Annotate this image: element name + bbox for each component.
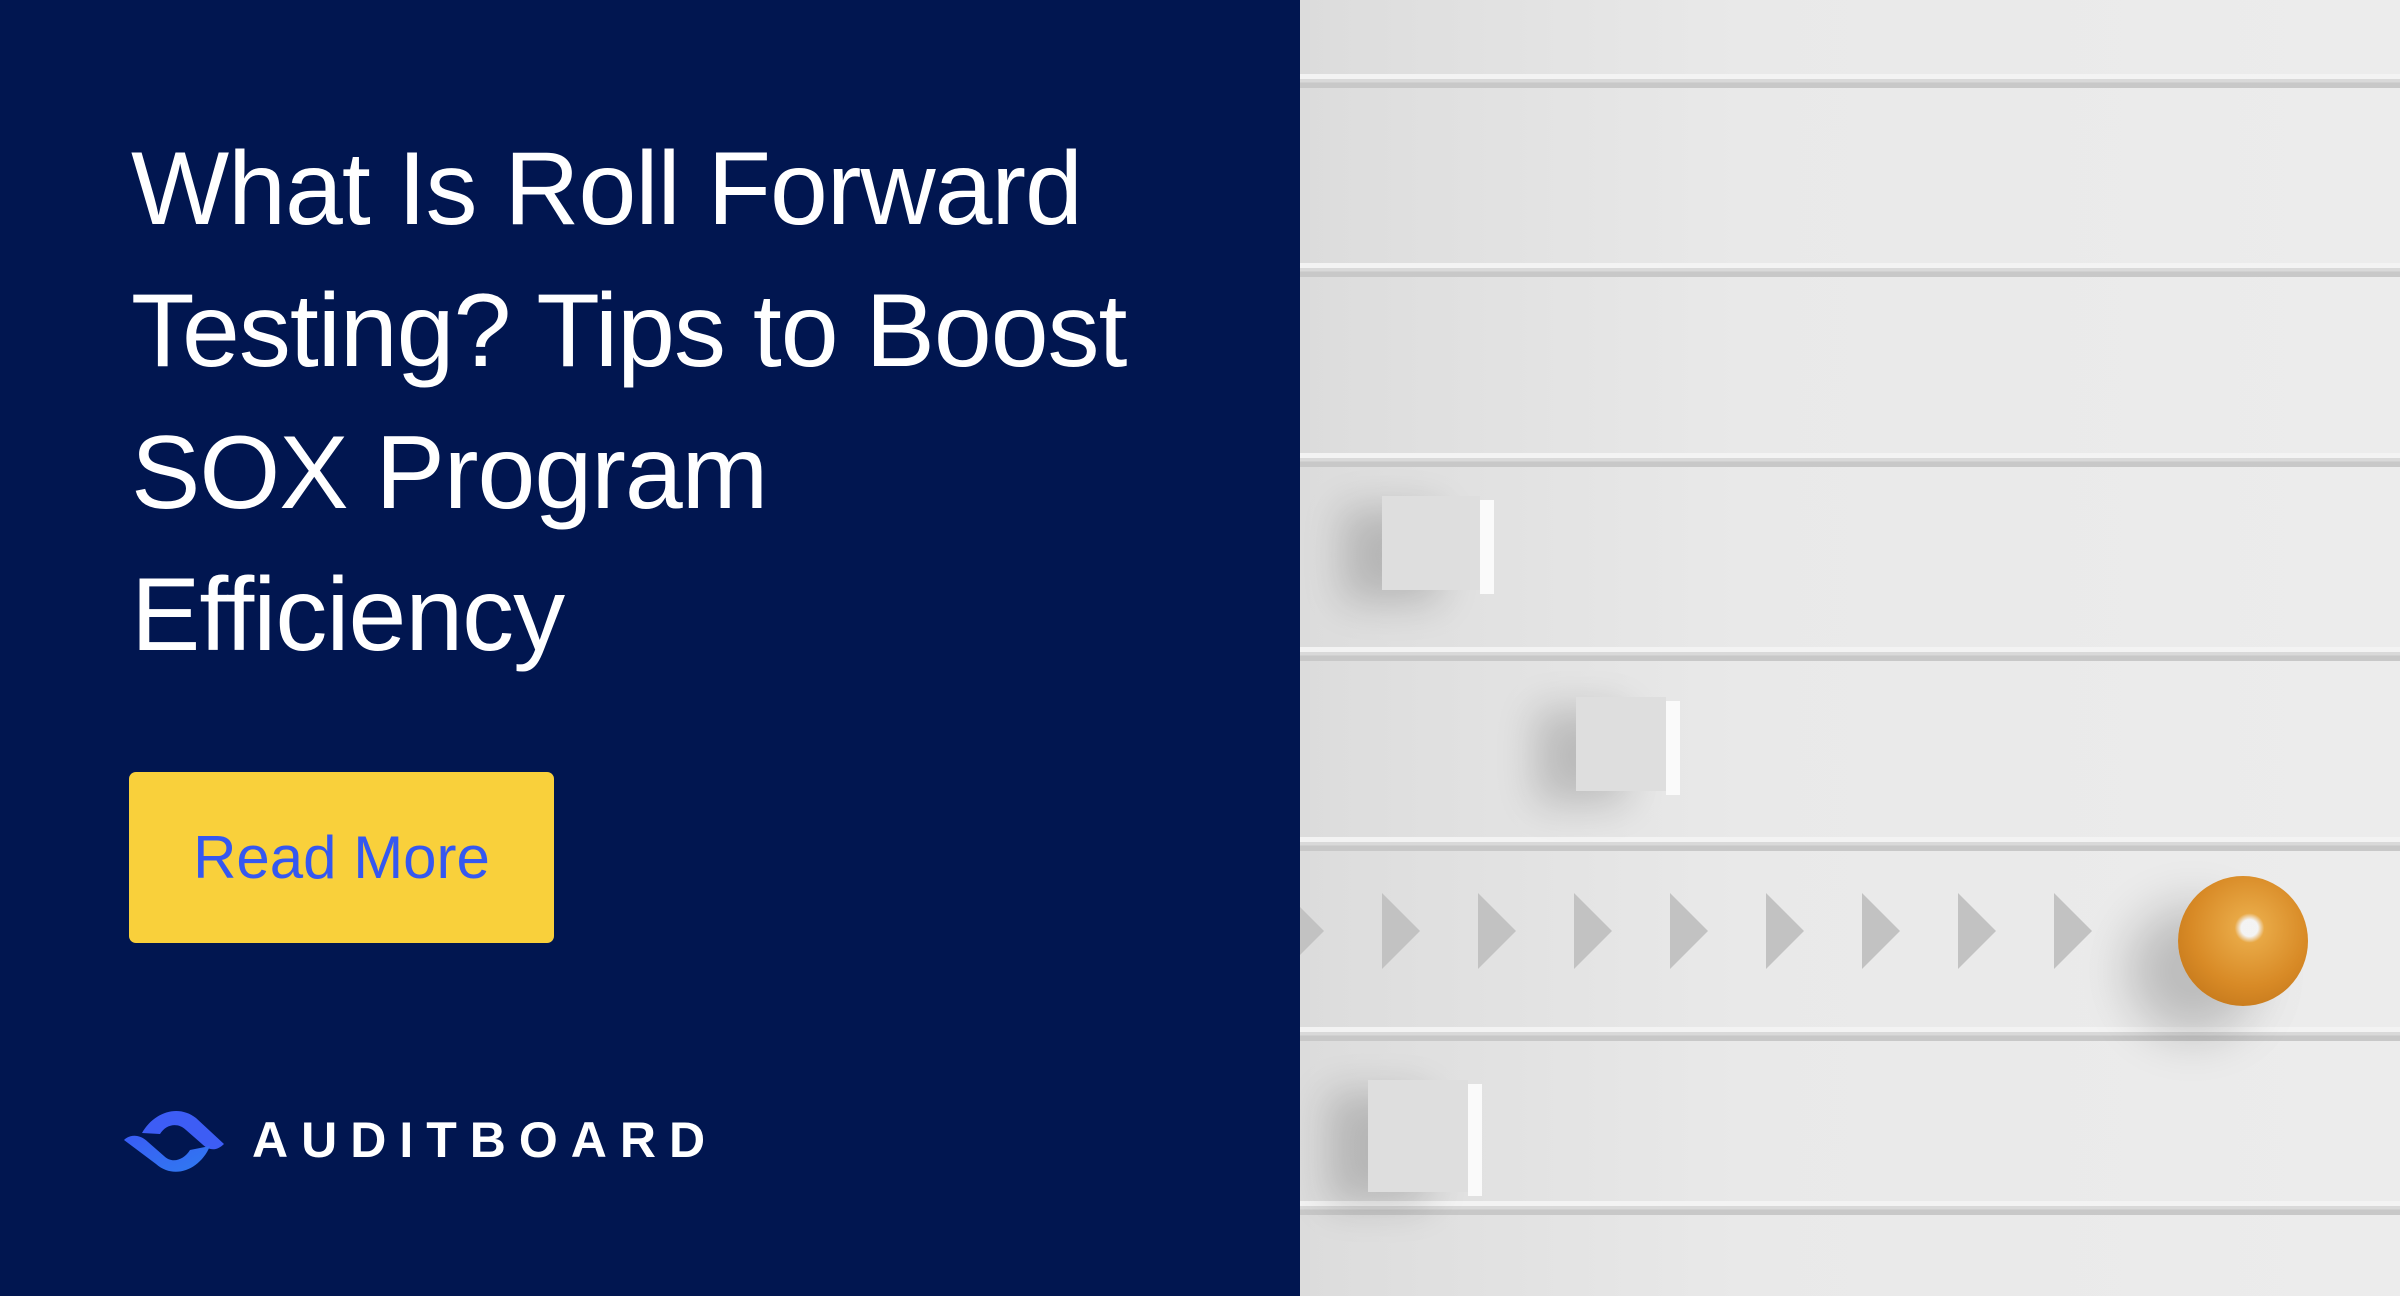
title-line-1: What Is Roll Forward [131,131,1083,247]
groove [1300,453,2400,467]
arrow-marker-icon [1766,893,1804,969]
arrow-marker-icon [1862,893,1900,969]
groove [1300,263,2400,277]
brand-name: AUDITBOARD [252,1112,719,1168]
arrow-marker-icon [1670,893,1708,969]
groove [1300,1027,2400,1041]
arrow-marker-icon [1574,893,1612,969]
white-block [1382,496,1494,594]
groove [1300,74,2400,88]
brand-logo[interactable]: AUDITBOARD [120,1098,718,1182]
left-panel: What Is Roll Forward Testing? Tips to Bo… [0,0,1300,1296]
arrow-marker-icon [1478,893,1516,969]
title-line-4: Efficiency [131,557,565,673]
arrow-marker-icon [1958,893,1996,969]
title-line-3: SOX Program [131,415,768,531]
read-more-button[interactable]: Read More [129,772,554,943]
orange-ball [2178,876,2308,1006]
auditboard-logo-icon [124,1110,224,1172]
arrow-marker-icon [1382,893,1420,969]
white-block [1576,697,1680,795]
groove [1300,837,2400,851]
groove [1300,647,2400,661]
page-title: What Is Roll Forward Testing? Tips to Bo… [131,118,1251,686]
arrow-marker-icon [2054,893,2092,969]
groove [1300,1201,2400,1215]
white-block [1368,1080,1482,1196]
arrow-marker-icon [1300,893,1324,969]
hero-illustration [1300,0,2400,1296]
title-line-2: Testing? Tips to Boost [131,273,1127,389]
